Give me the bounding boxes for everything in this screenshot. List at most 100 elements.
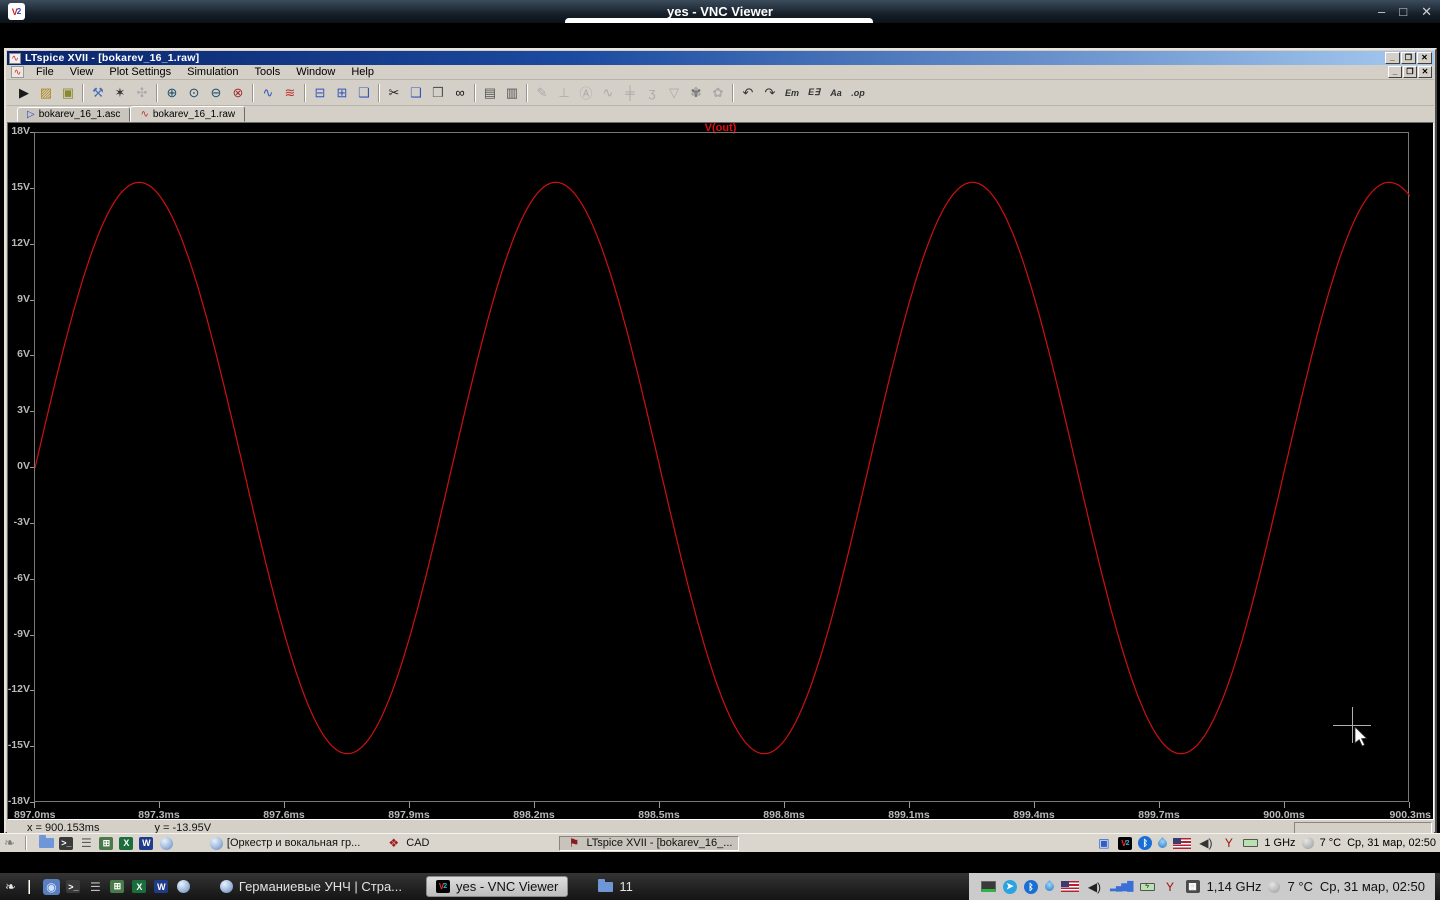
archive-icon[interactable]: ☰ — [87, 879, 104, 895]
browser-task[interactable]: [Оркестр и вокальная гр... — [204, 836, 366, 851]
zoom-fit-icon[interactable]: ⊙ — [183, 82, 205, 103]
ltspice-window[interactable]: ∿ LTspice XVII - [bokarev_16_1.raw] _ ❐ ✕ … — [4, 48, 1437, 836]
vnc-maximize-button[interactable]: □ — [1399, 5, 1407, 18]
plot-settings-pane-icon[interactable]: ≋ — [279, 82, 301, 103]
find-icon[interactable]: ∞ — [449, 82, 471, 103]
speaker-icon[interactable]: ◀) — [1086, 879, 1103, 895]
label-e3-icon[interactable]: E∃ — [803, 82, 825, 103]
zoom-out-icon[interactable]: ⊖ — [205, 82, 227, 103]
menu-file[interactable]: File — [28, 66, 62, 78]
autorange-y-axis-icon[interactable]: ∿ — [257, 82, 279, 103]
browser-task[interactable]: Германиевые УНЧ | Стра... — [211, 876, 411, 897]
water-drop-icon[interactable] — [1156, 836, 1170, 850]
display-icon[interactable] — [980, 881, 996, 892]
toolbar-separator — [304, 83, 306, 102]
restore-button[interactable]: ❐ — [1401, 52, 1416, 64]
save-indicator-icon[interactable]: ▣ — [1095, 835, 1112, 851]
excel-icon[interactable]: X — [132, 880, 147, 893]
redo-icon[interactable]: ↷ — [759, 82, 781, 103]
gnome-menu-foot-icon[interactable]: ❧ — [4, 835, 15, 851]
speaker-icon[interactable]: ◀) — [1197, 835, 1214, 851]
menu-plot-settings[interactable]: Plot Settings — [101, 66, 179, 78]
copy-icon[interactable]: ❑ — [405, 82, 427, 103]
menu-simulation[interactable]: Simulation — [179, 66, 246, 78]
vnc-minimize-button[interactable]: – — [1378, 5, 1385, 18]
save-icon[interactable]: ▣ — [57, 82, 79, 103]
cpu-frequency-text[interactable]: 1,14 GHz — [1207, 879, 1262, 894]
vnc-viewer-task[interactable]: V 2 yes - VNC Viewer — [426, 876, 569, 897]
vnc-titlebar[interactable]: V2 yes - VNC Viewer – □ ✕ — [0, 0, 1440, 23]
file-manager-icon[interactable] — [38, 835, 54, 848]
cpu-frequency-text[interactable]: 1 GHz — [1264, 837, 1295, 849]
tile-horizontally-icon[interactable]: ⊟ — [309, 82, 331, 103]
terminal-icon[interactable]: >_ — [66, 880, 81, 893]
print-icon[interactable]: ▤ — [479, 82, 501, 103]
cascade-windows-icon[interactable]: ❏ — [353, 82, 375, 103]
excel-icon[interactable]: X — [119, 836, 134, 850]
word-icon[interactable]: W — [139, 836, 154, 850]
spice-directive-icon[interactable]: .op — [847, 82, 869, 103]
label-em-icon[interactable]: Em — [781, 82, 803, 103]
paste-icon[interactable]: ❒ — [427, 82, 449, 103]
plot-area[interactable] — [34, 132, 1410, 802]
ltspice-titlebar[interactable]: ∿ LTspice XVII - [bokarev_16_1.raw] _ ❐ ✕ — [7, 51, 1434, 65]
control-panel-hammer-icon[interactable]: ⚒ — [87, 82, 109, 103]
cad-task[interactable]: ❖ CAD — [379, 836, 435, 851]
open-file-icon[interactable]: ▨ — [35, 82, 57, 103]
globe-icon[interactable] — [176, 880, 190, 893]
calculator-icon[interactable]: ⊞ — [110, 880, 125, 893]
gnome-menu-foot-icon[interactable]: ❧ — [5, 879, 16, 895]
signal-bars-icon[interactable]: ▂▄▆█ — [1110, 881, 1134, 892]
calculator-icon[interactable]: ⊞ — [99, 836, 114, 850]
water-drop-icon[interactable] — [1043, 880, 1056, 893]
telegram-icon[interactable]: ➤ — [1002, 879, 1017, 894]
bluetooth-icon[interactable]: ᛒ — [1138, 836, 1153, 850]
weather-moon-icon[interactable] — [1301, 837, 1314, 849]
tile-vertically-icon[interactable]: ⊞ — [331, 82, 353, 103]
temperature-text[interactable]: 7 °C — [1287, 879, 1312, 894]
word-icon[interactable]: W — [154, 880, 169, 893]
folder-11-task[interactable]: 11 — [589, 876, 642, 897]
child-restore-button[interactable]: ❐ — [1403, 66, 1417, 78]
cut-icon[interactable]: ✂ — [383, 82, 405, 103]
menu-view[interactable]: View — [62, 66, 102, 78]
clock-text[interactable]: Ср, 31 мар, 02:50 — [1347, 837, 1436, 849]
menu-tools[interactable]: Tools — [247, 66, 289, 78]
vnc-server-icon[interactable]: V2 — [1118, 836, 1133, 850]
bluetooth-icon[interactable]: ᛒ — [1023, 879, 1038, 894]
cpu-meter-icon[interactable]: ▦ — [1185, 880, 1200, 893]
minimize-button[interactable]: _ — [1385, 52, 1400, 64]
menu-help[interactable]: Help — [343, 66, 382, 78]
new-file-icon[interactable]: ▶ — [13, 82, 35, 103]
temperature-text[interactable]: 7 °C — [1320, 837, 1342, 849]
weather-moon-icon[interactable] — [1268, 880, 1281, 893]
terminal-icon[interactable]: >_ — [59, 836, 74, 850]
close-button[interactable]: ✕ — [1417, 52, 1432, 64]
tab-bokarev_16_1.raw[interactable]: ∿ bokarev_16_1.raw — [130, 106, 246, 122]
screenshot-tool-icon[interactable]: ◉ — [42, 878, 60, 895]
globe-icon[interactable] — [159, 836, 173, 850]
child-minimize-button[interactable]: _ — [1388, 66, 1402, 78]
battery-icon[interactable] — [1243, 839, 1259, 847]
waveform-plot-pane[interactable]: V(out) 18V 15V 12V 9V 6V 3V 0V -3V -6V -9V -12V -15… — [7, 122, 1434, 820]
zoom-in-icon[interactable]: ⊕ — [161, 82, 183, 103]
print-preview-icon[interactable]: ▥ — [501, 82, 523, 103]
x-axis-tick-label: 899.4ms — [1013, 809, 1055, 820]
child-close-button[interactable]: ✕ — [1418, 66, 1432, 78]
undo-icon[interactable]: ↶ — [737, 82, 759, 103]
menu-window[interactable]: Window — [288, 66, 343, 78]
clock-text[interactable]: Ср, 31 мар, 02:50 — [1320, 879, 1425, 894]
us-flag-icon[interactable] — [1173, 837, 1192, 849]
us-flag-icon[interactable] — [1060, 881, 1079, 892]
vnc-close-button[interactable]: ✕ — [1421, 5, 1432, 18]
component-alt-icon: ✿ — [712, 84, 724, 100]
wine-glass-icon[interactable]: Y — [1220, 835, 1237, 851]
archive-icon[interactable]: ☰ — [78, 835, 95, 851]
wine-glass-icon[interactable]: Y — [1162, 879, 1179, 895]
run-simulation-icon[interactable]: ✶ — [109, 82, 131, 103]
add-text-icon[interactable]: Aa — [825, 82, 847, 103]
tab-bokarev_16_1.asc[interactable]: ▷ bokarev_16_1.asc — [17, 107, 131, 122]
ltspice-task[interactable]: ⚑ LTspice XVII - [bokarev_16_... — [558, 835, 740, 851]
battery-charging-icon[interactable]: ϟ — [1139, 882, 1155, 891]
zoom-full-extents-icon[interactable]: ⊗ — [227, 82, 249, 103]
